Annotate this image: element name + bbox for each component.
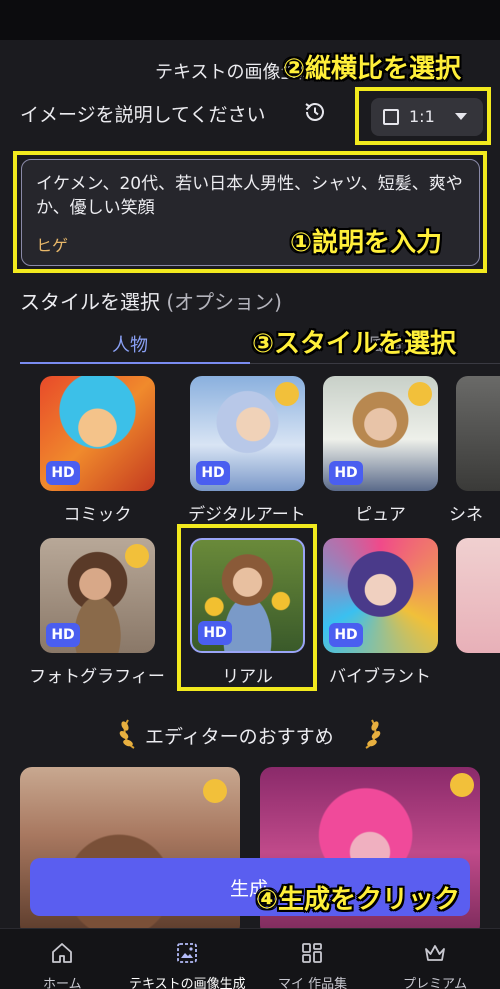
text-to-image-icon xyxy=(177,943,197,963)
style-label-text: スタイルを選択 xyxy=(20,290,160,314)
style-tile-digital-art[interactable]: HD xyxy=(190,376,305,491)
nav-item-premium[interactable]: プレミアム xyxy=(375,929,500,989)
style-label-vibrant: バイブラント xyxy=(329,667,431,687)
style-tile-partial[interactable] xyxy=(456,538,500,653)
history-icon[interactable] xyxy=(303,100,327,124)
nav-label-home: ホーム xyxy=(43,977,82,989)
aspect-ratio-select[interactable]: 1:1 xyxy=(371,98,483,136)
style-label-digital-art: デジタルアート xyxy=(188,505,306,525)
hd-badge: HD xyxy=(46,623,80,647)
style-optional-text: (オプション) xyxy=(166,290,282,314)
nav-label-gallery: マイ 作品集 xyxy=(278,977,348,989)
home-icon xyxy=(52,943,72,963)
hd-badge: HD xyxy=(329,461,363,485)
nav-item-gallery[interactable]: マイ 作品集 xyxy=(250,929,375,989)
crown-icon xyxy=(125,544,149,568)
nav-label-text-to-image: テキストの画像生成 xyxy=(129,977,246,989)
style-section-label: スタイルを選択 (オプション) xyxy=(20,286,282,315)
gallery-icon xyxy=(302,943,322,963)
hd-badge: HD xyxy=(196,461,230,485)
dropdown-caret-icon xyxy=(455,113,467,120)
annotation-ratio: ②縦横比を選択 xyxy=(283,54,462,84)
style-tile-pure[interactable]: HD xyxy=(323,376,438,491)
laurel-right-icon xyxy=(365,719,381,749)
prompt-text: イケメン、20代、若い日本人男性、シャツ、短髪、爽やか、優しい笑顔 xyxy=(36,174,463,218)
style-label-pure: ピュア xyxy=(355,505,406,525)
crown-icon xyxy=(450,773,474,797)
status-bar xyxy=(0,0,500,40)
hd-badge: HD xyxy=(329,623,363,647)
crown-icon xyxy=(203,779,227,803)
style-tile-cine[interactable] xyxy=(456,376,500,491)
nav-item-text-to-image[interactable]: テキストの画像生成 xyxy=(125,929,250,989)
nav-item-home[interactable]: ホーム xyxy=(0,929,125,989)
crown-icon xyxy=(275,382,299,406)
active-tab-indicator xyxy=(20,362,250,364)
crown-icon xyxy=(425,945,445,961)
style-label-cine: シネ xyxy=(449,505,483,525)
annotation-prompt: ①説明を入力 xyxy=(290,228,443,258)
style-tile-photography[interactable]: HD xyxy=(40,538,155,653)
hd-badge: HD xyxy=(46,461,80,485)
annotation-style: ③スタイルを選択 xyxy=(252,329,457,359)
style-tile-comic[interactable]: HD xyxy=(40,376,155,491)
style-highlight-frame xyxy=(177,524,317,691)
annotation-generate: ④生成をクリック xyxy=(256,885,461,915)
nav-label-premium: プレミアム xyxy=(403,977,468,989)
editors-pick-title: エディターのおすすめ xyxy=(145,726,334,748)
aspect-ratio-value: 1:1 xyxy=(409,107,435,126)
style-tile-vibrant[interactable]: HD xyxy=(323,538,438,653)
style-label-photography: フォトグラフィー xyxy=(29,667,165,687)
suggestion-chip[interactable]: ヒゲ xyxy=(36,232,68,256)
bottom-nav: ホーム テキストの画像生成 マイ 作品集 プレミアム xyxy=(0,928,500,989)
square-ratio-icon xyxy=(383,109,399,125)
style-label-comic: コミック xyxy=(63,505,132,525)
crown-icon xyxy=(408,382,432,406)
tab-divider xyxy=(250,363,500,364)
laurel-left-icon xyxy=(119,719,135,749)
tab-people[interactable]: 人物 xyxy=(112,331,148,357)
prompt-label: イメージを説明してください xyxy=(20,104,266,126)
